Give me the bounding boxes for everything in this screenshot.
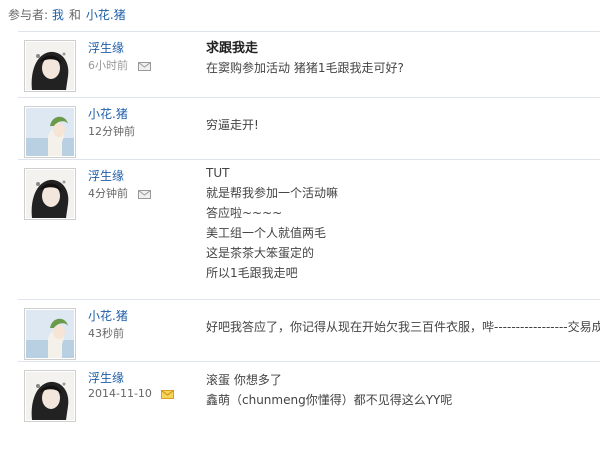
message-time: 12分钟前 <box>88 123 135 139</box>
message-line: 美工组一个人就值两毛 <box>206 226 327 240</box>
message-line: 在窦购参加活动 猪猪1毛跟我走可好? <box>206 61 404 75</box>
message-line: 这是茶茶大笨蛋定的 <box>206 246 315 260</box>
message-item: 浮生缘 6小时前 求跟我走 在窦购参加活动 猪猪1毛跟我走可好? <box>18 31 600 97</box>
message-body: TUT 就是帮我参加一个活动嘛 答应啦~~~~ 美工组一个人就值两毛 这是茶茶大… <box>206 163 600 283</box>
message-time-text: 43秒前 <box>88 327 124 340</box>
avatar-image-dark-hair <box>26 372 74 420</box>
message-item: 浮生缘 4分钟前 TUT 就是帮我参加一个活动嘛 答应啦~~~~ 美工组一个人就… <box>18 159 600 299</box>
message-line: 滚蛋 你想多了 <box>206 373 282 387</box>
message-body: 求跟我走 在窦购参加活动 猪猪1毛跟我走可好? <box>206 40 600 78</box>
avatar[interactable] <box>24 308 76 360</box>
message-time: 2014-11-10 <box>88 387 175 400</box>
message-item: 小花.猪 43秒前 好吧我答应了，你记得从现在开始欠我三百件衣服，哔------… <box>18 299 600 361</box>
message-time: 43秒前 <box>88 325 124 341</box>
avatar-image-green-hair <box>26 310 74 358</box>
envelope-grey-icon[interactable] <box>137 62 151 71</box>
avatar-image-dark-hair <box>26 42 74 90</box>
message-body: 滚蛋 你想多了 鑫萌（chunmeng你懂得）都不见得这么YY呢 <box>206 370 600 410</box>
message-line: 答应啦~~~~ <box>206 206 283 220</box>
message-line: 鑫萌（chunmeng你懂得）都不见得这么YY呢 <box>206 393 453 407</box>
message-body: 好吧我答应了，你记得从现在开始欠我三百件衣服，哔----------------… <box>206 317 600 337</box>
message-item: 浮生缘 2014-11-10 滚蛋 你想多了 鑫萌（chunmeng你懂得）都不… <box>18 361 600 429</box>
avatar[interactable] <box>24 106 76 158</box>
message-line: 就是帮我参加一个活动嘛 <box>206 186 339 200</box>
message-line: 所以1毛跟我走吧 <box>206 266 298 280</box>
author-link[interactable]: 浮生缘 <box>88 371 124 385</box>
envelope-yellow-icon[interactable] <box>161 390 175 399</box>
avatar[interactable] <box>24 40 76 92</box>
participant-other-link[interactable]: 小花.猪 <box>86 8 126 22</box>
message-time: 4分钟前 <box>88 185 151 201</box>
author-link[interactable]: 小花.猪 <box>88 309 128 323</box>
participants-bar: 参与者: 我和小花.猪 <box>0 0 600 30</box>
participant-me-link[interactable]: 我 <box>52 8 64 22</box>
message-thread: 浮生缘 6小时前 求跟我走 在窦购参加活动 猪猪1毛跟我走可好? 小花.猪 12… <box>18 31 600 429</box>
message-time-text: 12分钟前 <box>88 125 135 138</box>
message-item: 小花.猪 12分钟前 穷逼走开! <box>18 97 600 159</box>
avatar[interactable] <box>24 168 76 220</box>
message-time-text: 6小时前 <box>88 59 128 72</box>
avatar-image-green-hair <box>26 108 74 156</box>
avatar[interactable] <box>24 370 76 422</box>
message-line: TUT <box>206 166 230 180</box>
message-time-text: 2014-11-10 <box>88 387 152 400</box>
message-line: 穷逼走开! <box>206 118 259 132</box>
avatar-image-dark-hair <box>26 170 74 218</box>
envelope-grey-icon[interactable] <box>137 190 151 199</box>
message-time-text: 4分钟前 <box>88 187 128 200</box>
message-subject: 求跟我走 <box>206 41 259 56</box>
participants-and: 和 <box>68 8 81 22</box>
author-link[interactable]: 小花.猪 <box>88 107 128 121</box>
author-link[interactable]: 浮生缘 <box>88 41 124 55</box>
participants-label: 参与者: <box>8 8 49 22</box>
message-line: 好吧我答应了，你记得从现在开始欠我三百件衣服，哔----------------… <box>206 320 600 334</box>
message-time: 6小时前 <box>88 57 151 73</box>
message-body: 穷逼走开! <box>206 115 600 135</box>
author-link[interactable]: 浮生缘 <box>88 169 124 183</box>
